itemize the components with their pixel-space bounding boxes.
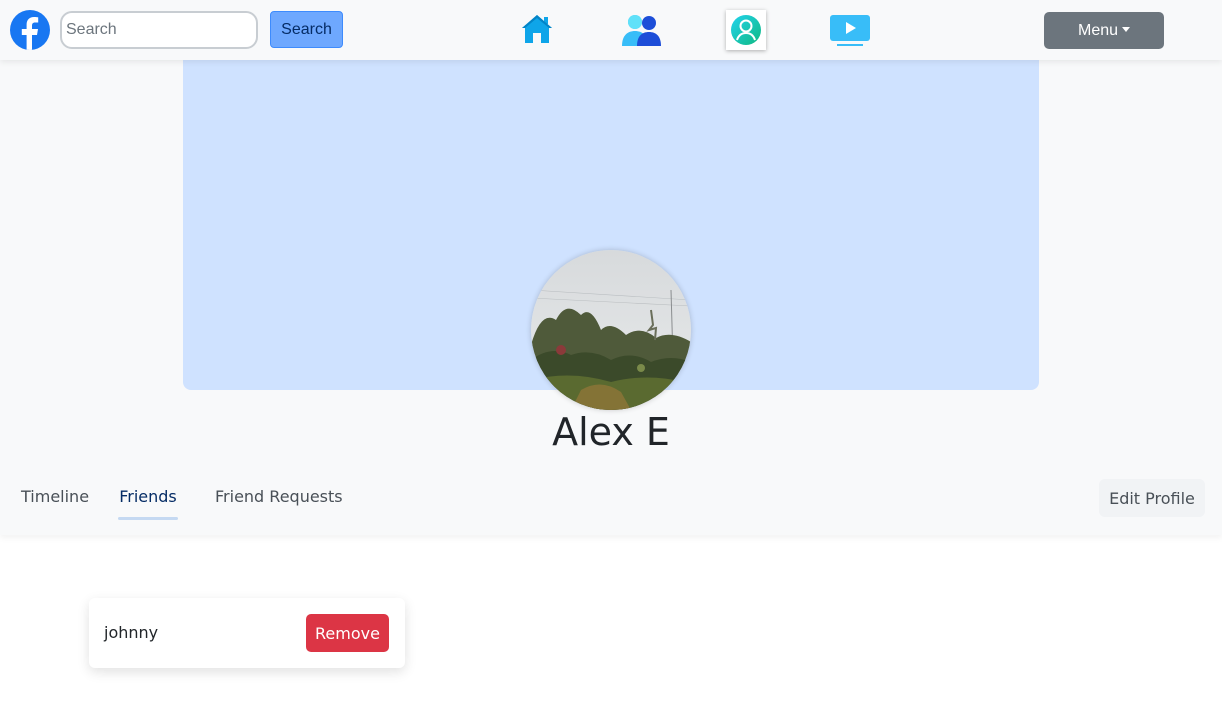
tab-friends[interactable]: Friends [118, 487, 178, 520]
search-input[interactable] [60, 11, 258, 49]
top-navbar: Search Search Menu [0, 0, 1222, 60]
menu-label: Menu [1077, 21, 1119, 39]
edit-profile-button[interactable]: Edit Profile [1099, 479, 1205, 517]
home-icon[interactable] [519, 12, 555, 46]
friends-icon[interactable] [619, 12, 663, 48]
profile-name: Alex E [552, 410, 670, 454]
remove-friend-button[interactable]: Remove [306, 614, 389, 652]
menu-dropdown-button[interactable]: Menu [1044, 12, 1164, 49]
friend-name: johnny [104, 623, 159, 642]
profile-header: Alex E Timeline Friends Friend Requests … [0, 60, 1222, 535]
tab-timeline[interactable]: Timeline [21, 487, 89, 506]
tab-friend-requests[interactable]: Friend Requests [215, 487, 343, 506]
facebook-logo-icon[interactable] [10, 10, 50, 50]
caret-down-icon [1122, 26, 1131, 32]
watch-video-icon[interactable] [828, 12, 872, 48]
friend-card: johnny Remove [89, 598, 405, 668]
avatar[interactable] [531, 250, 691, 410]
profile-icon[interactable] [726, 10, 766, 50]
search-button[interactable]: Search [270, 11, 343, 48]
